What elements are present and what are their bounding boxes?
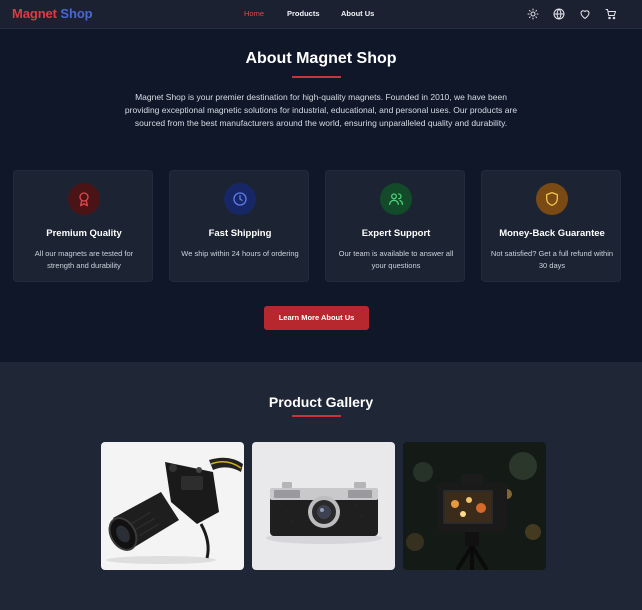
sun-icon[interactable] bbox=[527, 8, 539, 20]
gallery-photo-camera-on-tripod[interactable] bbox=[403, 442, 546, 570]
gallery-title: Product Gallery bbox=[268, 394, 374, 410]
award-icon bbox=[68, 183, 100, 215]
title-underline bbox=[292, 76, 341, 78]
users-icon bbox=[380, 183, 412, 215]
feature-text: Not satisfied? Get a full refund within … bbox=[490, 249, 614, 270]
feature-card-money-back-guarantee: Money-Back Guarantee Not satisfied? Get … bbox=[481, 170, 621, 282]
nav-link-about-us[interactable]: About Us bbox=[341, 9, 374, 18]
nav-link-home[interactable]: Home bbox=[244, 9, 264, 18]
feature-card-premium-quality: Premium Quality All our magnets are test… bbox=[13, 170, 153, 282]
heart-icon[interactable] bbox=[579, 8, 591, 20]
feature-card-fast-shipping: Fast Shipping We ship within 24 hours of… bbox=[169, 170, 309, 282]
nav-link-products[interactable]: Products bbox=[287, 9, 320, 18]
shield-icon bbox=[536, 183, 568, 215]
gallery-photo-dslr-camera[interactable] bbox=[101, 442, 244, 570]
about-title: About Magnet Shop bbox=[245, 50, 397, 67]
cart-icon[interactable] bbox=[605, 8, 617, 20]
gallery-title-underline bbox=[292, 415, 341, 417]
feature-text: All our magnets are tested for strength … bbox=[34, 249, 134, 270]
product-gallery-section: Product Gallery bbox=[0, 362, 642, 610]
brand-logo[interactable]: Magnet Shop bbox=[12, 6, 93, 21]
about-description: Magnet Shop is your premier destination … bbox=[124, 92, 518, 128]
learn-more-button[interactable]: Learn More About Us bbox=[264, 306, 369, 330]
globe-icon[interactable] bbox=[553, 8, 565, 20]
feature-card-expert-support: Expert Support Our team is available to … bbox=[325, 170, 465, 282]
feature-title: Money-Back Guarantee bbox=[499, 228, 605, 239]
navbar: Magnet Shop Home Products About Us bbox=[0, 0, 642, 29]
brand-name-part1: Magnet bbox=[12, 6, 57, 21]
feature-title: Expert Support bbox=[361, 228, 431, 239]
feature-title: Fast Shipping bbox=[208, 228, 272, 239]
brand-name-part2: Shop bbox=[60, 6, 93, 21]
feature-text: We ship within 24 hours of ordering bbox=[181, 249, 299, 258]
clock-icon bbox=[224, 183, 256, 215]
gallery-photo-vintage-camera[interactable] bbox=[252, 442, 395, 570]
feature-text: Our team is available to answer all your… bbox=[338, 249, 454, 270]
about-section: About Magnet Shop Magnet Shop is your pr… bbox=[0, 29, 642, 362]
feature-title: Premium Quality bbox=[46, 228, 122, 239]
